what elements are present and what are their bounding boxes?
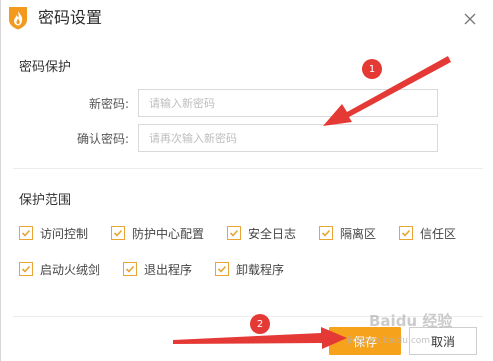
checkbox-label: 退出程序 — [144, 262, 193, 277]
annotation-arrows — [173, 56, 451, 349]
step-badge-1: 1 — [362, 59, 382, 79]
huorong-logo-icon — [7, 6, 29, 30]
checkbox-label: 卸载程序 — [236, 262, 285, 277]
checkbox-exit-program[interactable]: 退出程序 — [123, 260, 192, 278]
checkbox-label: 防护中心配置 — [132, 226, 205, 241]
checkbox-trust-zone[interactable]: 信任区 — [399, 224, 456, 242]
checkbox-checked-icon — [19, 262, 33, 276]
checkbox-security-log[interactable]: 安全日志 — [227, 224, 296, 242]
confirm-password-input[interactable] — [138, 124, 438, 152]
confirm-password-label: 确认密码: — [76, 132, 129, 146]
close-icon — [464, 13, 476, 25]
checkbox-launch-huorong-sword[interactable]: 启动火绒剑 — [19, 260, 100, 278]
checkbox-quarantine[interactable]: 隔离区 — [319, 224, 376, 242]
dialog-title: 密码设置 — [38, 8, 103, 27]
checkbox-label: 启动火绒剑 — [40, 262, 101, 277]
checkbox-label: 隔离区 — [340, 226, 377, 241]
baidu-watermark-url: jingyan.baidu.com — [347, 336, 431, 346]
baidu-watermark: Baidu 经验 — [369, 312, 453, 330]
checkbox-protection-center-config[interactable]: 防护中心配置 — [111, 224, 204, 242]
title-bar: 密码设置 — [1, 0, 494, 38]
checkbox-checked-icon — [399, 226, 413, 240]
checkbox-label: 信任区 — [420, 226, 457, 241]
password-section-heading: 密码保护 — [19, 60, 72, 75]
checkbox-checked-icon — [123, 262, 137, 276]
close-button[interactable] — [459, 8, 481, 30]
step-badge-2: 2 — [250, 314, 270, 334]
new-password-label: 新密码: — [88, 97, 129, 111]
section-divider — [13, 168, 483, 169]
checkbox-checked-icon — [111, 226, 125, 240]
checkbox-checked-icon — [215, 262, 229, 276]
new-password-input[interactable] — [138, 89, 438, 117]
checkbox-access-control[interactable]: 访问控制 — [19, 224, 88, 242]
checkbox-checked-icon — [19, 226, 33, 240]
checkbox-checked-icon — [227, 226, 241, 240]
checkbox-checked-icon — [319, 226, 333, 240]
password-settings-dialog: 密码设置 密码保护 新密码: 确认密码: 保护范围 访问控制 防护中心配置 — [0, 0, 494, 361]
checkbox-label: 安全日志 — [248, 226, 297, 241]
scope-section-heading: 保护范围 — [19, 193, 72, 208]
checkbox-uninstall-program[interactable]: 卸载程序 — [215, 260, 284, 278]
checkbox-label: 访问控制 — [40, 226, 89, 241]
